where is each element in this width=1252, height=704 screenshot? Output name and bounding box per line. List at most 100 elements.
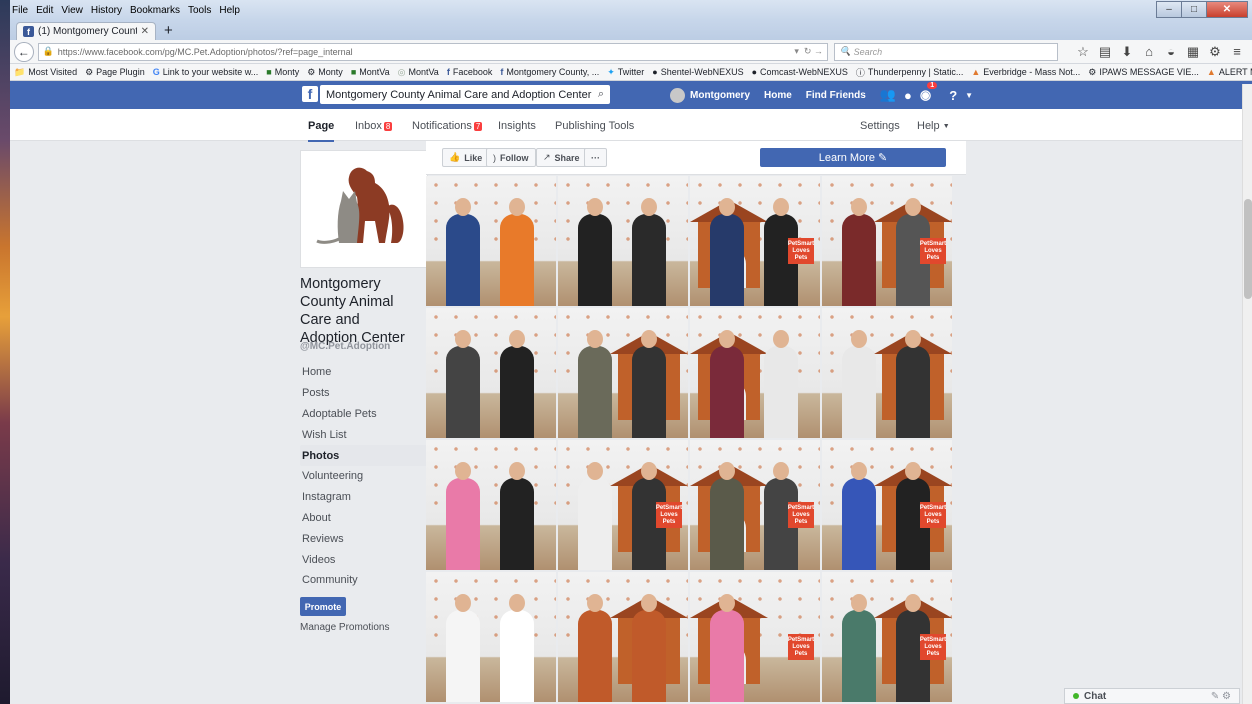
facebook-logo-icon[interactable]: f — [302, 86, 318, 102]
photo-thumbnail[interactable] — [426, 308, 556, 438]
bookmark-item[interactable]: f Facebook — [447, 67, 493, 77]
photo-thumbnail[interactable]: PetSmart Loves Pets — [690, 176, 820, 306]
bookmark-item[interactable]: ⚙ Page Plugin — [85, 67, 145, 78]
tab-help[interactable]: Help ▼ — [917, 120, 950, 132]
profile-picture[interactable] — [300, 150, 428, 268]
sidebar-item-instagram[interactable]: Instagram — [300, 487, 428, 508]
photo-thumbnail[interactable] — [426, 176, 556, 306]
tab-page[interactable]: Page — [308, 120, 335, 142]
bookmark-item[interactable]: ⓘ Thunderpenny | Static... — [856, 66, 963, 79]
bookmark-star-icon[interactable]: ☆ — [1072, 44, 1094, 60]
profile-link[interactable]: Montgomery — [690, 90, 750, 101]
menu-history[interactable]: History — [91, 5, 122, 16]
manage-promotions-link[interactable]: Manage Promotions — [300, 622, 390, 633]
pocket-icon[interactable]: ◒ — [1160, 44, 1182, 60]
bookmark-item[interactable]: 📁 Most Visited — [14, 67, 77, 78]
url-bar[interactable]: 🔒 https://www.facebook.com/pg/MC.Pet.Ado… — [37, 42, 828, 61]
more-options-button[interactable]: ··· — [584, 148, 607, 167]
tab-settings[interactable]: Settings — [860, 120, 900, 132]
extension-icon[interactable]: ▦ — [1182, 44, 1204, 60]
menu-tools[interactable]: Tools — [188, 5, 211, 16]
promote-button[interactable]: Promote — [300, 597, 346, 616]
photo-thumbnail[interactable]: PetSmart Loves Pets — [822, 440, 952, 570]
like-button[interactable]: 👍 Like — [442, 148, 490, 167]
hamburger-menu-icon[interactable]: ≡ — [1226, 44, 1248, 60]
photo-thumbnail[interactable] — [426, 572, 556, 702]
help-icon[interactable]: ? — [949, 88, 957, 103]
sidebar-item-about[interactable]: About — [300, 508, 428, 529]
tab-notifications[interactable]: Notifications 7 — [412, 120, 483, 132]
page-title[interactable]: Montgomery County Animal Care and Adopti… — [300, 275, 418, 347]
downloads-icon[interactable]: ⬇ — [1116, 44, 1138, 60]
chat-bar[interactable]: Chat ✎ ⚙ — [1064, 688, 1240, 704]
photo-thumbnail[interactable] — [822, 308, 952, 438]
menu-view[interactable]: View — [61, 5, 83, 16]
photo-thumbnail[interactable]: PetSmart Loves Pets — [822, 572, 952, 702]
bookmark-item[interactable]: ▲ Everbridge - Mass Not... — [971, 67, 1080, 77]
share-button[interactable]: ↗ Share — [536, 148, 587, 167]
photo-thumbnail[interactable] — [426, 440, 556, 570]
tab-publishing-tools[interactable]: Publishing Tools — [555, 120, 634, 132]
tab-inbox[interactable]: Inbox 8 — [355, 120, 393, 132]
photo-thumbnail[interactable] — [558, 572, 688, 702]
facebook-search-input[interactable]: Montgomery County Animal Care and Adopti… — [320, 85, 610, 104]
home-icon[interactable]: ⌂ — [1138, 44, 1160, 60]
photo-thumbnail[interactable]: PetSmart Loves Pets — [822, 176, 952, 306]
bookmark-item[interactable]: ⚙ IPAWS MESSAGE VIE... — [1088, 67, 1199, 78]
back-button[interactable]: ← — [14, 41, 34, 62]
bookmark-item[interactable]: ■ MontVa — [351, 67, 390, 77]
account-menu-icon[interactable]: ▼ — [965, 91, 973, 100]
tab-insights[interactable]: Insights — [498, 120, 536, 132]
bookmark-item[interactable]: f Montgomery County, ... — [500, 67, 599, 77]
search-icon[interactable]: ⌕ — [598, 88, 604, 101]
sidebar-item-adoptable-pets[interactable]: Adoptable Pets — [300, 404, 428, 425]
learn-more-button[interactable]: Learn More ✎ — [760, 148, 946, 167]
sidebar-item-videos[interactable]: Videos — [300, 549, 428, 570]
photo-thumbnail[interactable]: PetSmart Loves Pets — [558, 440, 688, 570]
friend-requests-icon[interactable]: 👥 — [880, 87, 896, 103]
avatar[interactable] — [670, 87, 685, 103]
browser-tab[interactable]: f (1) Montgomery County Ani ✕ — [16, 22, 156, 40]
new-tab-icon[interactable]: + — [164, 22, 173, 39]
close-window-button[interactable]: ✕ — [1206, 1, 1248, 18]
menu-edit[interactable]: Edit — [36, 5, 53, 16]
page-handle[interactable]: @MC.Pet.Adoption — [300, 341, 390, 352]
minimize-button[interactable]: – — [1156, 1, 1182, 18]
follow-button[interactable]: ) Follow — [486, 148, 536, 167]
sidebar-item-home[interactable]: Home — [300, 362, 428, 383]
search-input[interactable]: 🔍 Search — [833, 42, 1058, 61]
sidebar-item-volunteering[interactable]: Volunteering — [300, 466, 428, 487]
photo-thumbnail[interactable] — [558, 176, 688, 306]
addon-icon[interactable]: ⚙ — [1204, 44, 1226, 60]
scrollbar-thumb[interactable] — [1244, 199, 1252, 299]
chat-settings-icon[interactable]: ✎ ⚙ — [1211, 691, 1231, 702]
sidebar-item-community[interactable]: Community — [300, 570, 428, 591]
reload-icon[interactable]: ▾ ↻ → — [794, 46, 823, 57]
photo-thumbnail[interactable]: PetSmart Loves Pets — [690, 572, 820, 702]
photo-thumbnail[interactable] — [558, 308, 688, 438]
bookmark-item[interactable]: ✦ Twitter — [607, 67, 644, 78]
maximize-button[interactable]: □ — [1181, 1, 1207, 18]
bookmark-item[interactable]: ● Comcast-WebNEXUS — [752, 67, 848, 77]
menu-file[interactable]: File — [12, 5, 28, 16]
sidebar-item-wish-list[interactable]: Wish List — [300, 424, 428, 445]
home-link[interactable]: Home — [764, 90, 792, 101]
find-friends-link[interactable]: Find Friends — [806, 90, 866, 101]
reading-list-icon[interactable]: ▤ — [1094, 44, 1116, 60]
tab-close-icon[interactable]: ✕ — [141, 26, 149, 37]
bookmark-item[interactable]: ■ Monty — [266, 67, 299, 77]
scrollbar[interactable] — [1242, 84, 1252, 704]
sidebar-item-reviews[interactable]: Reviews — [300, 528, 428, 549]
sidebar-item-photos[interactable]: Photos — [300, 445, 428, 466]
notifications-icon[interactable]: ◉ 1 — [920, 82, 938, 103]
menu-bookmarks[interactable]: Bookmarks — [130, 5, 180, 16]
bookmark-item[interactable]: ▲ALERT Montgomery C... — [1207, 67, 1252, 77]
menu-help[interactable]: Help — [219, 5, 240, 16]
messages-icon[interactable]: ● — [904, 88, 912, 103]
sidebar-item-posts[interactable]: Posts — [300, 383, 428, 404]
bookmark-item[interactable]: ⚙ Monty — [307, 67, 343, 78]
bookmark-item[interactable]: ● Shentel-WebNEXUS — [652, 67, 743, 77]
photo-thumbnail[interactable] — [690, 308, 820, 438]
photo-thumbnail[interactable]: PetSmart Loves Pets — [690, 440, 820, 570]
bookmark-item[interactable]: G Link to your website w... — [153, 67, 259, 77]
